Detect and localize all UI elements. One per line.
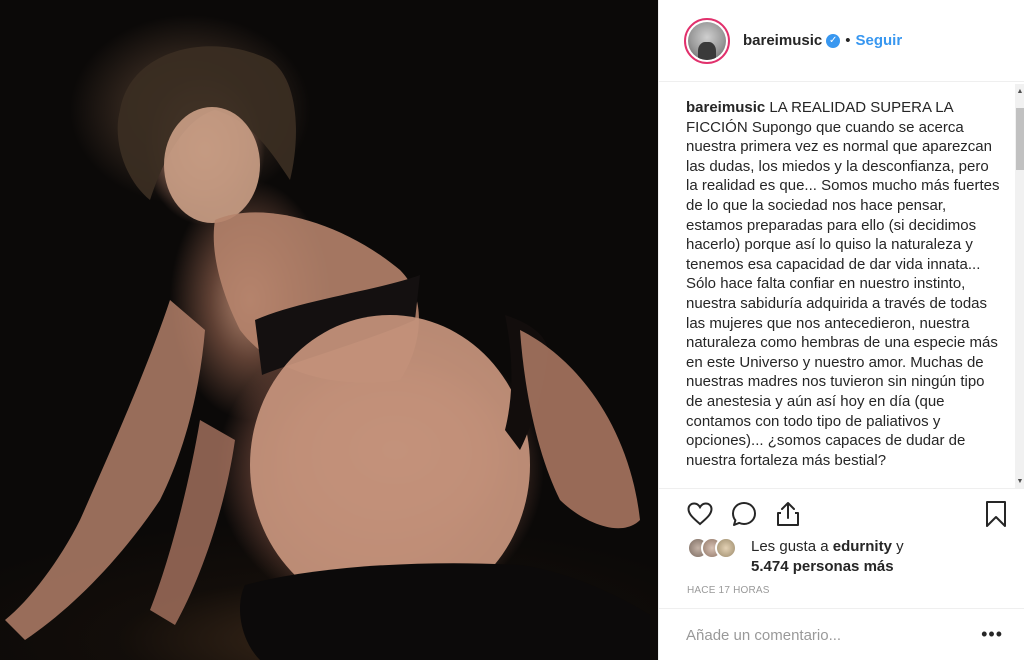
post-header: bareimusic ✓ • Seguir <box>659 0 1024 82</box>
comment-bubble-icon[interactable] <box>729 499 759 529</box>
caption-text: LA REALIDAD SUPERA LA FICCIÓN Supongo qu… <box>686 99 1000 469</box>
username-link[interactable]: bareimusic <box>743 32 822 49</box>
scroll-down-arrow-icon[interactable]: ▼ <box>1015 476 1024 486</box>
likes-prefix: Les gusta a <box>751 538 829 555</box>
heart-icon[interactable] <box>685 499 715 529</box>
post-sidebar: bareimusic ✓ • Seguir bareimusic LA REAL… <box>658 0 1024 660</box>
header-separator: • <box>845 32 851 49</box>
comment-bar: Añade un comentario... ••• <box>659 608 1024 660</box>
face-shape <box>164 107 260 223</box>
likes-conj: y <box>896 538 904 555</box>
more-options-icon[interactable]: ••• <box>981 624 1003 645</box>
post-photo[interactable] <box>0 0 658 660</box>
post-timestamp[interactable]: HACE 17 HORAS <box>687 585 770 596</box>
avatar-image <box>688 21 726 60</box>
scroll-up-arrow-icon[interactable]: ▲ <box>1015 86 1024 96</box>
bookmark-icon[interactable] <box>981 499 1011 529</box>
action-bar <box>659 488 1024 538</box>
likes-summary: Les gusta a edurnity y 5.474 personas má… <box>687 535 1017 579</box>
likes-user-link[interactable]: edurnity <box>833 538 892 555</box>
share-icon[interactable] <box>773 499 803 529</box>
photo-shapes <box>5 46 650 660</box>
scroll-thumb[interactable] <box>1016 108 1024 170</box>
caption-scroll-area[interactable]: bareimusic LA REALIDAD SUPERA LA FICCIÓN… <box>659 84 1024 488</box>
liker-avatars[interactable] <box>687 537 745 559</box>
stocking-shape <box>240 563 650 660</box>
verified-badge-icon: ✓ <box>826 33 841 48</box>
likes-text: Les gusta a edurnity y 5.474 personas má… <box>751 537 904 577</box>
leg-shape <box>520 330 640 529</box>
avatar[interactable] <box>684 17 730 64</box>
caption: bareimusic LA REALIDAD SUPERA LA FICCIÓN… <box>686 98 1002 470</box>
likes-count-link[interactable]: 5.474 personas más <box>751 558 894 575</box>
scrollbar[interactable]: ▲ ▼ <box>1015 84 1024 488</box>
comment-input[interactable]: Añade un comentario... <box>686 627 841 644</box>
caption-username[interactable]: bareimusic <box>686 99 765 116</box>
follow-button[interactable]: Seguir <box>855 32 902 49</box>
liker-avatar <box>715 537 737 559</box>
